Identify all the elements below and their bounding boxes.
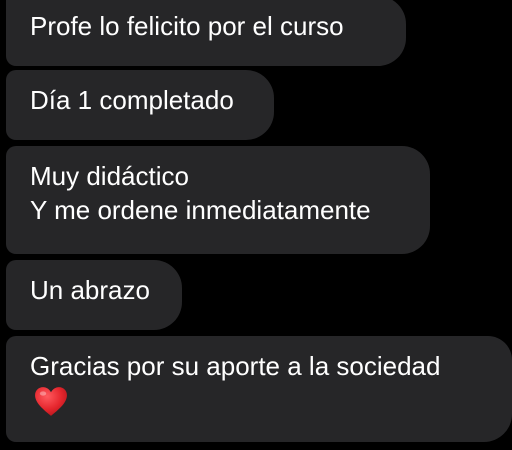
red-heart-icon	[35, 387, 67, 416]
message-bubble[interactable]: Profe lo felicito por el curso	[6, 0, 406, 66]
message-bubble[interactable]: Día 1 completado	[6, 70, 274, 140]
message-text: Día 1 completado	[30, 85, 234, 115]
message-text: Gracias por su aporte a la sociedad	[30, 351, 441, 381]
message-bubble[interactable]: Gracias por su aporte a la sociedad	[6, 336, 512, 442]
message-text: Muy didáctico	[30, 161, 189, 191]
message-bubble[interactable]: Muy didáctico Y me ordene inmediatamente	[6, 146, 430, 254]
message-text: Y me ordene inmediatamente	[30, 195, 371, 225]
message-text: Profe lo felicito por el curso	[30, 11, 344, 41]
message-bubble[interactable]: Un abrazo	[6, 260, 182, 330]
message-text: Un abrazo	[30, 275, 150, 305]
